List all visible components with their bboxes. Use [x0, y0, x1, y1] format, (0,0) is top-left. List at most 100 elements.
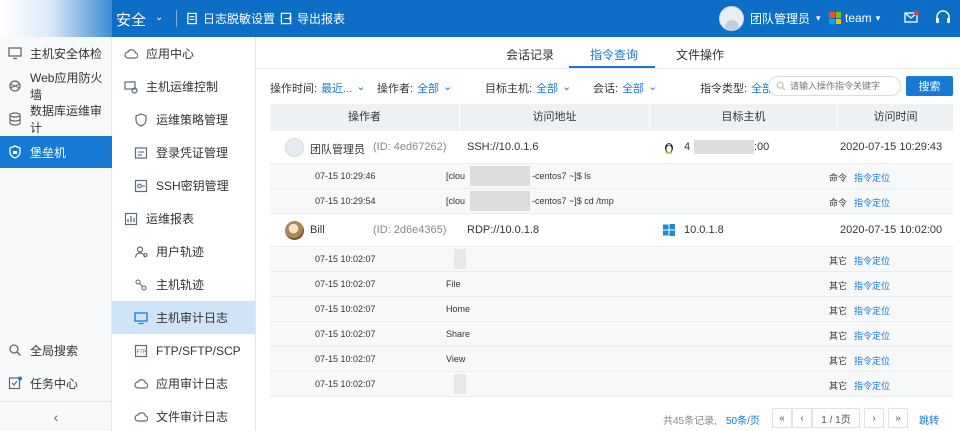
- waf-icon: [9, 80, 21, 92]
- search-input[interactable]: [790, 81, 900, 91]
- next-page-button[interactable]: ›: [864, 408, 884, 428]
- credential-icon: [134, 146, 148, 159]
- filter-value[interactable]: 全部: [417, 80, 439, 96]
- subnav-item-user-trace[interactable]: 用户轨迹: [112, 235, 255, 268]
- page-size-select[interactable]: 50条/页: [726, 412, 760, 427]
- ftp-icon: FTP: [134, 344, 148, 357]
- subnav-item-ops-report[interactable]: 运维报表: [112, 202, 255, 235]
- sidebar-item-db-audit[interactable]: 数据库运维审计: [0, 103, 112, 135]
- sidebar-item-label: 堡垒机: [30, 145, 67, 160]
- session-row[interactable]: 团队管理员 (ID: 4ed67262) SSH://10.0.1.6 4 :0…: [270, 131, 953, 164]
- filter-value[interactable]: 全部: [536, 80, 558, 96]
- command-row: 07-15 10:02:07 其它 指令定位: [270, 247, 953, 272]
- subnav-label: 用户轨迹: [156, 245, 205, 259]
- command-type: 其它: [829, 381, 848, 391]
- mail-icon[interactable]: [904, 10, 919, 25]
- session-row[interactable]: Bill (ID: 2d6e4365) RDP://10.0.1.8 10.0.…: [270, 214, 953, 247]
- column-header-operator: 操作者: [270, 104, 460, 131]
- chevron-left-icon: ‹: [800, 412, 804, 424]
- locate-command-link[interactable]: 指令定位: [854, 196, 890, 209]
- avatar: [719, 6, 744, 31]
- subnav-item-ftp-log[interactable]: FTP FTP/SFTP/SCP: [112, 334, 255, 367]
- windows-icon: [663, 224, 675, 236]
- subnav-item-app-audit-log[interactable]: 应用审计日志: [112, 367, 255, 400]
- command-time: 07-15 10:02:07: [315, 379, 376, 389]
- search-button[interactable]: 搜索: [906, 76, 953, 96]
- log-desensitize-button[interactable]: 日志脱敏设置: [186, 10, 275, 27]
- filter-time[interactable]: 操作时间: 最近... ⌄: [270, 80, 365, 96]
- locate-command-link[interactable]: 指令定位: [854, 171, 890, 184]
- team-name: team: [845, 11, 872, 25]
- subnav-label: 文件审计日志: [156, 410, 229, 424]
- page-indicator[interactable]: 1 / 1页: [812, 408, 860, 428]
- sidebar-item-waf[interactable]: Web应用防火墙: [0, 70, 112, 102]
- last-page-button[interactable]: »: [888, 408, 908, 428]
- key-icon: [134, 179, 148, 192]
- subnav-item-host-trace[interactable]: 主机轨迹: [112, 268, 255, 301]
- collapse-sidebar-button[interactable]: ‹: [0, 401, 112, 431]
- chevron-down-icon: ▾: [816, 13, 821, 23]
- prev-page-button[interactable]: ‹: [792, 408, 812, 428]
- locate-command-link[interactable]: 指令定位: [854, 279, 890, 292]
- command-text: Home: [446, 304, 471, 314]
- page-number: 1 / 1页: [821, 414, 851, 426]
- sidebar-item-global-search[interactable]: 全局搜索: [0, 334, 112, 366]
- locate-command-link[interactable]: 指令定位: [854, 329, 890, 342]
- search-icon: [9, 344, 21, 356]
- subnav-item-credentials[interactable]: 登录凭证管理: [112, 136, 255, 169]
- subnav-label: 应用审计日志: [156, 377, 229, 391]
- session-time: 2020-07-15 10:29:43: [840, 141, 943, 153]
- command-type: 其它: [829, 306, 848, 316]
- chevron-down-icon: ⌄: [443, 81, 453, 93]
- filter-label: 操作时间:: [270, 83, 318, 95]
- secondary-nav: 应用中心 主机运维控制 运维策略管理 登录凭证管理 SSH密钥管理 运维报表 用…: [112, 37, 256, 431]
- subnav-item-ssh-keys[interactable]: SSH密钥管理: [112, 169, 255, 202]
- subnav-item-host-audit-log[interactable]: 主机审计日志: [112, 301, 255, 334]
- svg-text:FTP: FTP: [137, 349, 147, 355]
- subnav-item-host-ops[interactable]: 主机运维控制: [112, 70, 255, 103]
- command-text: View: [446, 354, 466, 364]
- subnav-item-file-audit-log[interactable]: 文件审计日志: [112, 400, 255, 431]
- subnav-label: 主机审计日志: [156, 311, 229, 325]
- session-address: SSH://10.0.1.6: [467, 141, 539, 153]
- product-title[interactable]: 安全: [116, 9, 146, 30]
- jump-button[interactable]: 跳转: [919, 412, 939, 427]
- chevron-down-icon: ⌄: [356, 81, 366, 93]
- user-menu[interactable]: 团队管理员 ▾: [719, 6, 821, 31]
- locate-command-link[interactable]: 指令定位: [854, 379, 890, 392]
- command-row: 07-15 10:29:46 [clou -centos7 ~]$ ls 命令 …: [270, 164, 953, 189]
- chevron-down-icon[interactable]: ⌄: [155, 12, 163, 23]
- subnav-label: SSH密钥管理: [156, 179, 229, 193]
- subnav-item-ops-policy[interactable]: 运维策略管理: [112, 103, 255, 136]
- filter-value[interactable]: 全部: [622, 80, 644, 96]
- database-icon: [9, 112, 21, 126]
- chevron-right-icon: ›: [872, 412, 876, 424]
- subnav-item-app-center[interactable]: 应用中心: [112, 37, 255, 70]
- export-report-button[interactable]: 导出报表: [280, 10, 345, 27]
- locate-command-link[interactable]: 指令定位: [854, 354, 890, 367]
- tab-session-records[interactable]: 会话记录: [506, 46, 554, 63]
- user-trace-icon: [134, 245, 148, 258]
- filter-target-host[interactable]: 目标主机: 全部 ⌄: [485, 80, 571, 96]
- monitor-icon: [134, 311, 148, 324]
- sidebar-item-host-check[interactable]: 主机安全体检: [0, 37, 112, 69]
- sidebar-item-bastion[interactable]: 堡垒机: [0, 136, 112, 168]
- report-icon: [124, 212, 138, 225]
- first-page-button[interactable]: «: [772, 408, 792, 428]
- cloud-icon: [124, 48, 138, 59]
- locate-command-link[interactable]: 指令定位: [854, 254, 890, 267]
- double-chevron-right-icon: »: [895, 412, 901, 424]
- filter-session[interactable]: 会话: 全部 ⌄: [593, 80, 657, 96]
- tab-bar: 会话记录 指令查询 文件操作: [256, 37, 960, 69]
- filter-operator[interactable]: 操作者: 全部 ⌄: [377, 80, 452, 96]
- headset-icon[interactable]: [935, 10, 951, 25]
- tab-file-operations[interactable]: 文件操作: [676, 46, 724, 63]
- tab-command-query[interactable]: 指令查询: [590, 46, 638, 63]
- team-menu[interactable]: team ▾: [829, 11, 880, 25]
- sidebar-item-task-center[interactable]: 任务中心: [0, 367, 112, 399]
- filter-value[interactable]: 最近...: [321, 80, 352, 96]
- host-check-icon: [8, 47, 22, 60]
- filter-command-type[interactable]: 指令类型: 全部: [700, 80, 773, 96]
- locate-command-link[interactable]: 指令定位: [854, 304, 890, 317]
- command-time: 07-15 10:02:07: [315, 304, 376, 314]
